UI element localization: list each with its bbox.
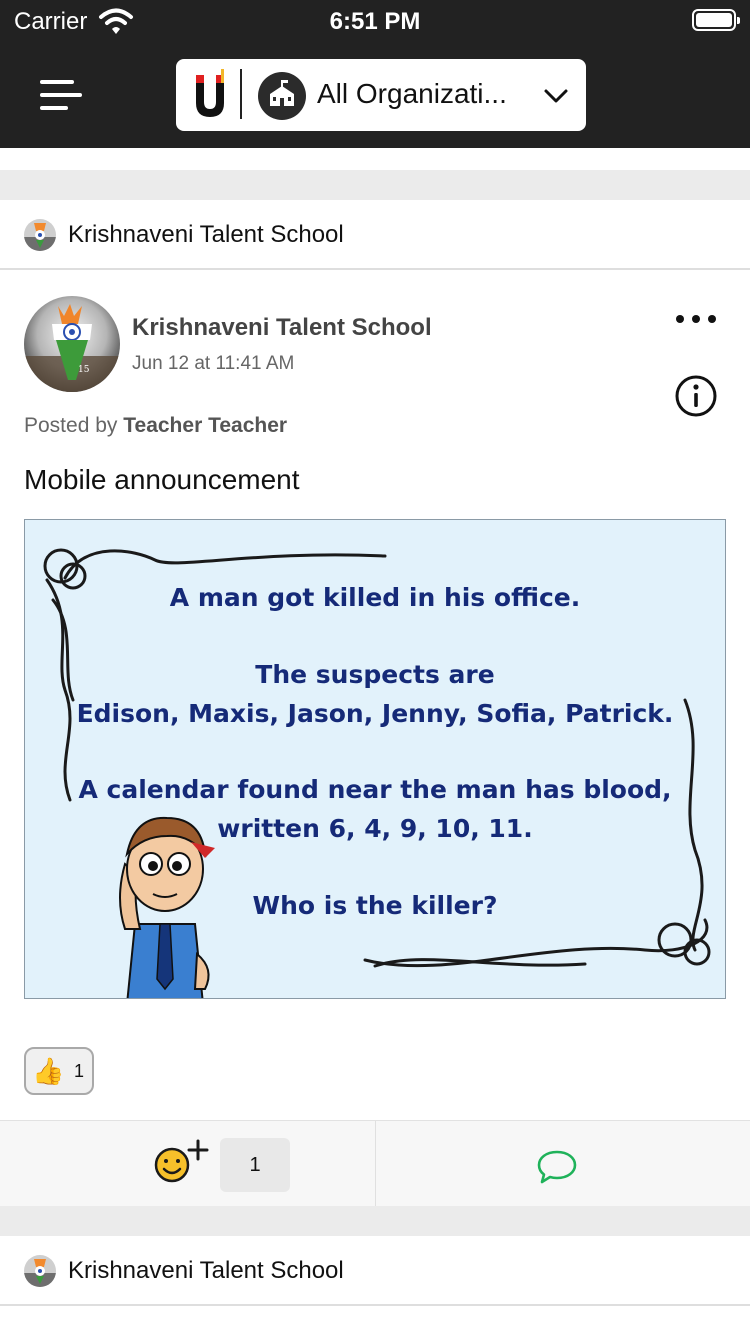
- organization-label: All Organizati...: [317, 78, 507, 109]
- more-dots-icon: [676, 315, 684, 323]
- info-icon[interactable]: [674, 374, 718, 418]
- section-divider: [0, 170, 750, 200]
- posted-by-name[interactable]: Teacher Teacher: [123, 414, 287, 437]
- section-divider: [0, 1206, 750, 1236]
- group-header[interactable]: Krishnaveni Talent School: [0, 200, 750, 270]
- hamburger-icon: [40, 80, 74, 84]
- post-author-name[interactable]: Krishnaveni Talent School: [132, 314, 432, 342]
- reaction-chip-thumbs-up[interactable]: 👍 1: [24, 1047, 94, 1095]
- magnet-logo-icon: [196, 69, 224, 117]
- thumbs-up-icon: 👍: [32, 1056, 65, 1086]
- puzzle-line-1: A man got killed in his office.: [169, 583, 581, 612]
- group-name: Krishnaveni Talent School: [68, 221, 344, 248]
- puzzle-line-2: The suspects are: [255, 660, 495, 689]
- nav-bar: All Organizati...: [0, 42, 750, 148]
- group-name: Krishnaveni Talent School: [68, 1257, 344, 1284]
- speech-bubble-icon[interactable]: [536, 1149, 578, 1185]
- puzzle-line-4: A calendar found near the man has blood,: [78, 775, 672, 804]
- svg-text:15: 15: [78, 365, 90, 375]
- selector-divider: [240, 69, 242, 119]
- post-action-bar: 1: [0, 1120, 750, 1207]
- puzzle-line-5: written 6, 4, 9, 10, 11.: [217, 814, 533, 843]
- chevron-down-icon: [544, 89, 568, 103]
- post-author-avatar[interactable]: 15: [24, 296, 120, 392]
- reaction-count: 1: [74, 1061, 85, 1081]
- posted-by: Posted by Teacher Teacher: [24, 414, 287, 438]
- reaction-count-button[interactable]: 1: [220, 1138, 290, 1192]
- post-image[interactable]: A man got killed in his office. The susp…: [24, 519, 726, 999]
- group-avatar: [24, 1255, 56, 1287]
- more-options-button[interactable]: [672, 308, 720, 330]
- puzzle-line-6: Who is the killer?: [252, 891, 498, 920]
- smiley-plus-icon[interactable]: [150, 1135, 212, 1195]
- organization-selector[interactable]: All Organizati...: [176, 59, 586, 131]
- battery-icon: [692, 9, 740, 31]
- group-avatar: [24, 219, 56, 251]
- school-building-icon: [258, 72, 306, 120]
- action-divider: [375, 1121, 376, 1207]
- post-timestamp: Jun 12 at 11:41 AM: [132, 353, 295, 374]
- puzzle-line-3: Edison, Maxis, Jason, Jenny, Sofia, Patr…: [76, 699, 674, 728]
- status-bar: Carrier 6:51 PM: [0, 0, 750, 42]
- clock: 6:51 PM: [329, 8, 421, 35]
- menu-button[interactable]: [30, 68, 92, 122]
- group-header[interactable]: Krishnaveni Talent School: [0, 1236, 750, 1306]
- post-body-text: Mobile announcement: [24, 464, 300, 495]
- posted-by-prefix: Posted by: [24, 414, 118, 437]
